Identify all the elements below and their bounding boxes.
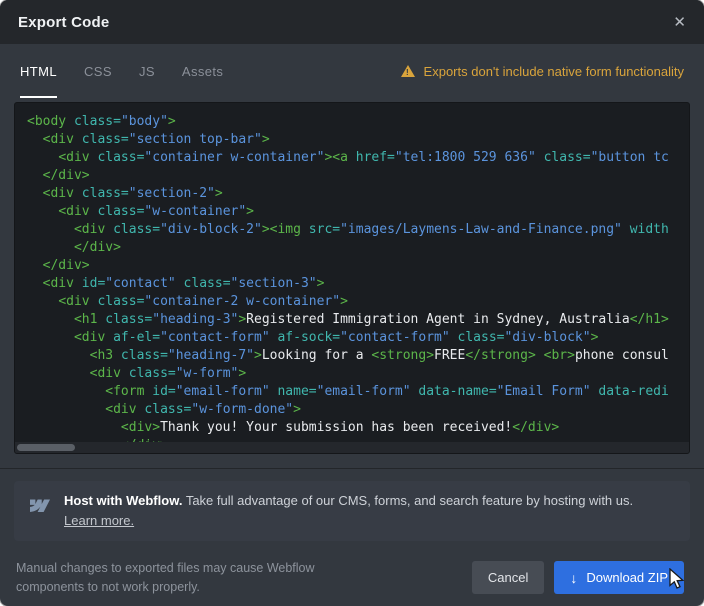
banner-text: Host with Webflow. Take full advantage o… [64,491,633,530]
code-line: <div class="w-container"> [27,203,689,221]
code-line: <div>Thank you! Your submission has been… [27,419,689,437]
banner-body-text: Take full advantage of our CMS, forms, a… [186,493,633,508]
code-line: <div class="w-form-done"> [27,401,689,419]
warning-text: Exports don't include native form functi… [424,64,684,79]
host-banner-section: Host with Webflow. Take full advantage o… [0,468,704,553]
code-content: <body class="body"> <div class="section … [15,103,689,454]
download-zip-label: Download ZIP [586,570,668,585]
dialog-header: Export Code ✕ [0,0,704,44]
code-line: <div id="contact" class="section-3"> [27,275,689,293]
code-panel[interactable]: <body class="body"> <div class="section … [14,102,690,454]
code-line: <div class="w-form"> [27,365,689,383]
download-zip-button[interactable]: ↓ Download ZIP [554,561,684,594]
close-icon[interactable]: ✕ [673,15,686,30]
horizontal-scrollbar-thumb[interactable] [17,444,75,451]
footer-actions: Cancel ↓ Download ZIP [472,561,684,594]
learn-more-link[interactable]: Learn more. [64,511,134,531]
code-line: <body class="body"> [27,113,689,131]
export-code-dialog: Export Code ✕ HTML CSS JS Assets Exports do… [0,0,704,606]
tab-html[interactable]: HTML [20,44,57,98]
cancel-button[interactable]: Cancel [472,561,544,594]
code-line: </div> [27,257,689,275]
code-line: <h3 class="heading-7">Looking for a <str… [27,347,689,365]
code-line: <div class="section top-bar"> [27,131,689,149]
form-functionality-warning: Exports don't include native form functi… [401,64,684,79]
webflow-logo-icon [30,494,50,530]
horizontal-scrollbar[interactable] [15,442,689,453]
code-line: <form id="email-form" name="email-form" … [27,383,689,401]
tab-css[interactable]: CSS [84,44,112,98]
tab-strip: HTML CSS JS Assets Exports don't include na… [0,44,704,98]
code-line: <h1 class="heading-3">Registered Immigra… [27,311,689,329]
tab-js[interactable]: JS [139,44,155,98]
warning-triangle-icon [401,65,415,77]
tab-bar: HTML CSS JS Assets [20,44,250,98]
tab-assets[interactable]: Assets [182,44,223,98]
code-line: <div class="section-2"> [27,185,689,203]
host-banner: Host with Webflow. Take full advantage o… [14,481,690,541]
code-line: </div> [27,239,689,257]
code-line: <div af-el="contact-form" af-sock="conta… [27,329,689,347]
banner-bold-text: Host with Webflow. [64,493,182,508]
download-arrow-icon: ↓ [570,571,577,585]
dialog-title: Export Code [18,14,109,31]
code-line: </div> [27,167,689,185]
code-line: <div class="container w-container"><a hr… [27,149,689,167]
code-line: <div class="container-2 w-container"> [27,293,689,311]
code-line: <div class="div-block-2"><img src="image… [27,221,689,239]
footer-note: Manual changes to exported files may cau… [16,559,356,595]
dialog-footer: Manual changes to exported files may cau… [0,553,704,606]
